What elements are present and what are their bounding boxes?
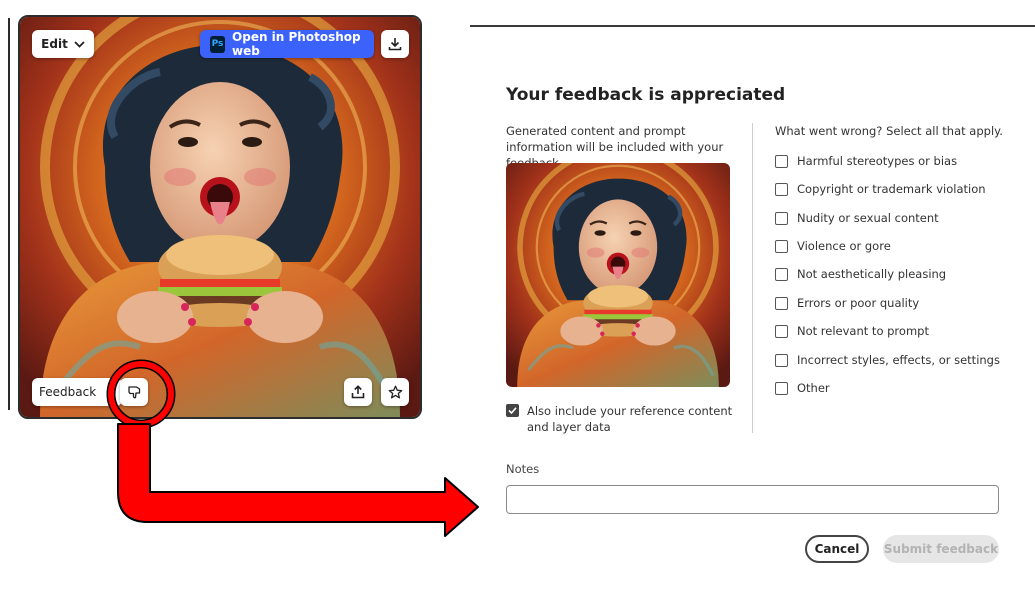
dialog-title: Your feedback is appreciated — [506, 85, 786, 105]
reason-label: Other — [797, 381, 830, 395]
reason-label: Copyright or trademark violation — [797, 182, 986, 196]
dialog-top-edge — [470, 25, 1035, 27]
feedback-image-thumbnail — [506, 163, 730, 387]
reason-checkbox[interactable] — [775, 211, 788, 225]
feedback-label: Feedback — [39, 385, 97, 399]
edit-label: Edit — [41, 37, 68, 51]
generated-image-card[interactable]: Edit Ps Open in Photoshop web Feedback — [18, 15, 422, 419]
arrow-connector — [117, 423, 479, 537]
checkmark-icon — [508, 407, 517, 415]
panel-edge — [8, 18, 10, 410]
reasons-question: What went wrong? Select all that apply. — [775, 124, 1003, 138]
star-icon — [388, 385, 402, 398]
download-icon — [388, 38, 402, 51]
notes-input[interactable] — [506, 485, 999, 514]
share-button[interactable] — [344, 378, 372, 406]
reason-option[interactable]: Incorrect styles, effects, or settings — [775, 352, 1000, 368]
reason-label: Nudity or sexual content — [797, 211, 939, 225]
include-reference-label: Also include your reference content and … — [527, 404, 733, 434]
reason-option[interactable]: Harmful stereotypes or bias — [775, 153, 957, 169]
share-icon — [351, 385, 365, 399]
reason-label: Harmful stereotypes or bias — [797, 154, 958, 168]
reason-option[interactable]: Errors or poor quality — [775, 295, 919, 311]
reason-checkbox[interactable] — [775, 324, 788, 338]
reason-checkbox[interactable] — [775, 267, 788, 281]
reason-checkbox[interactable] — [775, 154, 788, 168]
reason-option[interactable]: Copyright or trademark violation — [775, 181, 986, 197]
favorite-button[interactable] — [381, 378, 409, 406]
cancel-button[interactable]: Cancel — [805, 535, 869, 563]
reason-option[interactable]: Not relevant to prompt — [775, 323, 929, 339]
submit-feedback-button[interactable]: Submit feedback — [883, 535, 999, 563]
reason-checkbox[interactable] — [775, 239, 788, 253]
reason-label: Violence or gore — [797, 239, 891, 253]
edit-button[interactable]: Edit — [32, 30, 94, 58]
reason-label: Not aesthetically pleasing — [797, 267, 947, 281]
reason-label: Not relevant to prompt — [797, 324, 929, 338]
reason-checkbox[interactable] — [775, 182, 788, 196]
photoshop-icon: Ps — [210, 35, 226, 53]
open-in-photoshop-label: Open in Photoshop web — [232, 30, 361, 58]
reason-option[interactable]: Violence or gore — [775, 238, 891, 254]
reason-option[interactable]: Not aesthetically pleasing — [775, 266, 946, 282]
generated-image — [20, 17, 420, 417]
reason-checkbox[interactable] — [775, 296, 788, 310]
chevron-down-icon — [74, 40, 85, 48]
reason-option[interactable]: Nudity or sexual content — [775, 210, 939, 226]
thumbs-down-button[interactable] — [120, 378, 148, 406]
download-button[interactable] — [381, 30, 409, 58]
include-reference-option[interactable]: Also include your reference content and … — [506, 403, 741, 435]
feedback-button[interactable]: Feedback — [32, 378, 122, 406]
reason-checkbox[interactable] — [775, 353, 788, 367]
reason-option[interactable]: Other — [775, 380, 830, 396]
column-divider — [752, 123, 753, 433]
include-reference-checkbox[interactable] — [506, 404, 519, 417]
reason-label: Errors or poor quality — [797, 296, 920, 310]
notes-label: Notes — [506, 462, 540, 476]
reason-label: Incorrect styles, effects, or settings — [797, 353, 1000, 367]
open-in-photoshop-button[interactable]: Ps Open in Photoshop web — [200, 30, 374, 58]
reason-checkbox[interactable] — [775, 381, 788, 395]
thumbs-down-icon — [127, 385, 140, 398]
